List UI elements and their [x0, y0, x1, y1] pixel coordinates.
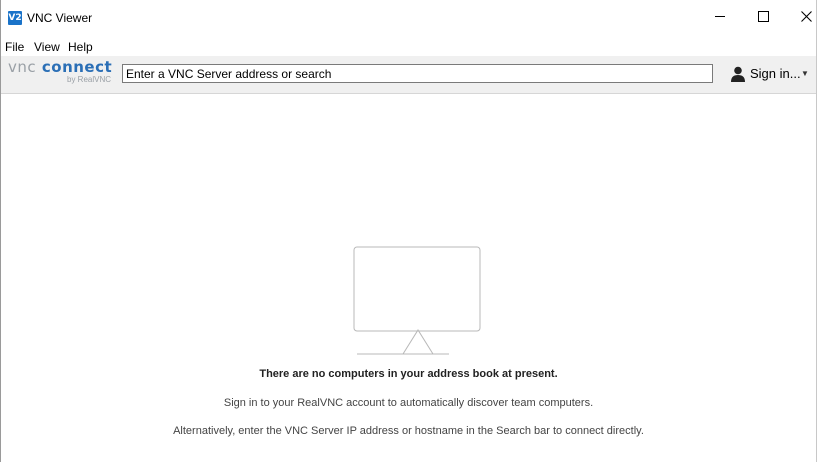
app-window: V2 VNC Viewer File View Help vnc connect… [0, 0, 817, 462]
toolbar: vnc connect by RealVNC Sign in... ▼ [1, 56, 816, 94]
empty-state-hint-search: Alternatively, enter the VNC Server IP a… [173, 425, 644, 437]
search-input[interactable] [126, 65, 706, 82]
window-title: VNC Viewer [27, 11, 93, 25]
minimize-button[interactable] [697, 0, 742, 32]
vnc-logo-icon: V2 [8, 11, 22, 25]
search-bar[interactable] [122, 64, 713, 83]
close-icon [801, 10, 812, 22]
chevron-down-icon[interactable]: ▼ [801, 67, 809, 81]
menu-view[interactable]: View [34, 40, 60, 54]
menu-help[interactable]: Help [68, 40, 93, 54]
brand-wordmark: vnc connect [8, 58, 112, 76]
brand-vnc: vnc [8, 58, 37, 76]
close-button[interactable] [784, 0, 817, 32]
brand-subtitle: by RealVNC [67, 75, 112, 84]
menu-file[interactable]: File [5, 40, 24, 54]
empty-state-title: There are no computers in your address b… [259, 368, 558, 380]
user-icon [731, 66, 745, 82]
menu-bar: File View Help [1, 38, 816, 56]
monitor-icon [353, 246, 481, 355]
maximize-icon [758, 10, 769, 22]
sign-in-label: Sign in... [750, 66, 801, 81]
maximize-button[interactable] [741, 0, 786, 32]
brand-connect: connect [41, 58, 113, 76]
empty-state-hint-signin: Sign in to your RealVNC account to autom… [223, 397, 594, 409]
title-bar: V2 VNC Viewer [1, 0, 816, 35]
vnc-connect-logo: vnc connect by RealVNC [8, 58, 118, 90]
sign-in-button[interactable]: Sign in... ▼ [731, 65, 811, 83]
minimize-icon [714, 15, 725, 17]
address-book-area: There are no computers in your address b… [1, 94, 816, 462]
